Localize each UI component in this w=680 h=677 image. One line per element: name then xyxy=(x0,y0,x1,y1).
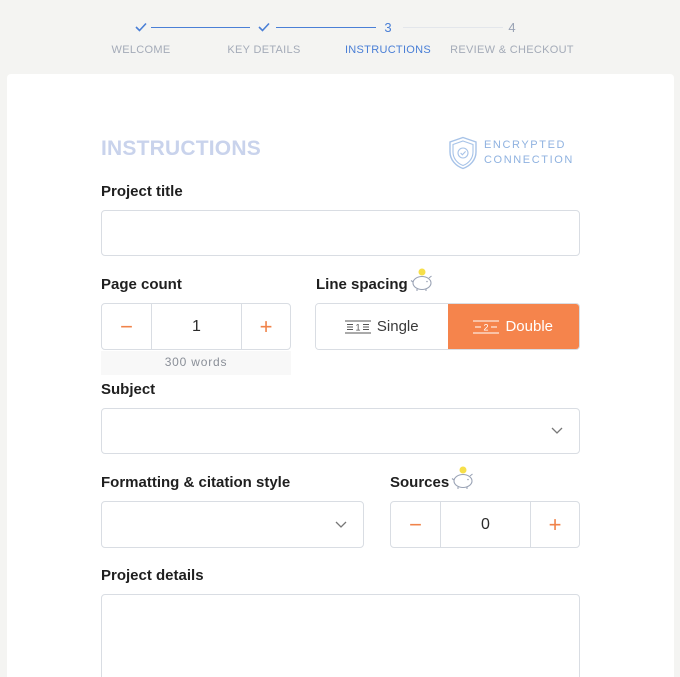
subject-select[interactable] xyxy=(101,408,580,454)
line-spacing-single-option[interactable]: 1 Single xyxy=(316,304,448,349)
formatting-label: Formatting & citation style xyxy=(101,474,291,491)
sources-decrement-button[interactable]: − xyxy=(391,502,440,547)
step-label-review-checkout[interactable]: REVIEW & CHECKOUT xyxy=(450,44,574,56)
line-spacing-label: Line spacing xyxy=(316,276,408,293)
shield-icon xyxy=(449,136,477,170)
page-count-stepper: − 1 + xyxy=(101,303,291,350)
page-count-decrement-button[interactable]: − xyxy=(102,304,151,349)
project-title-field[interactable] xyxy=(101,210,580,256)
step-connector xyxy=(276,27,376,28)
step-4-number: 4 xyxy=(508,20,516,35)
project-title-label: Project title xyxy=(101,183,183,200)
single-option-label: Single xyxy=(376,318,419,335)
word-count-hint: 300 words xyxy=(101,351,291,375)
project-details-field[interactable] xyxy=(101,594,580,677)
line-spacing-double-option[interactable]: 2 Double xyxy=(447,304,579,349)
line-spacing-toggle: 1 Single 2 Double xyxy=(315,303,580,350)
step-label-key-details[interactable]: KEY DETAILS xyxy=(227,44,300,56)
piggy-bank-icon xyxy=(451,466,473,489)
step-3-number: 3 xyxy=(384,20,392,35)
double-spacing-icon: 2 xyxy=(473,319,500,334)
step-label-instructions[interactable]: INSTRUCTIONS xyxy=(345,44,431,56)
subject-label: Subject xyxy=(101,381,156,398)
single-spacing-icon: 1 xyxy=(344,319,371,334)
project-details-textarea[interactable] xyxy=(102,595,579,677)
page-count-value[interactable]: 1 xyxy=(151,304,242,349)
sources-increment-button[interactable]: + xyxy=(531,502,579,547)
connection-label: CONNECTION xyxy=(484,154,574,166)
svg-text:2: 2 xyxy=(484,322,489,332)
sources-stepper: − 0 + xyxy=(390,501,580,548)
step-connector xyxy=(403,27,503,28)
formatting-select[interactable] xyxy=(101,501,364,548)
progress-stepper: WELCOME KEY DETAILS 3 INSTRUCTIONS 4 REV… xyxy=(0,0,680,70)
step-connector xyxy=(151,27,250,28)
encrypted-label: ENCRYPTED xyxy=(484,139,567,151)
step-2-check-icon xyxy=(254,20,274,32)
sources-label: Sources xyxy=(390,474,450,491)
encrypted-connection-badge: ENCRYPTED CONNECTION xyxy=(448,136,574,170)
piggy-bank-icon xyxy=(410,268,432,291)
project-title-input[interactable] xyxy=(102,211,579,255)
chevron-down-icon xyxy=(551,427,563,434)
svg-text:1: 1 xyxy=(355,322,360,332)
page-count-increment-button[interactable]: + xyxy=(242,304,290,349)
sources-value[interactable]: 0 xyxy=(440,502,531,547)
project-details-label: Project details xyxy=(101,567,204,584)
step-1-check-icon xyxy=(131,20,151,32)
page-count-label: Page count xyxy=(101,276,182,293)
section-title: INSTRUCTIONS xyxy=(101,137,261,160)
chevron-down-icon xyxy=(335,521,347,528)
step-label-welcome[interactable]: WELCOME xyxy=(112,44,171,56)
double-option-label: Double xyxy=(505,318,554,335)
